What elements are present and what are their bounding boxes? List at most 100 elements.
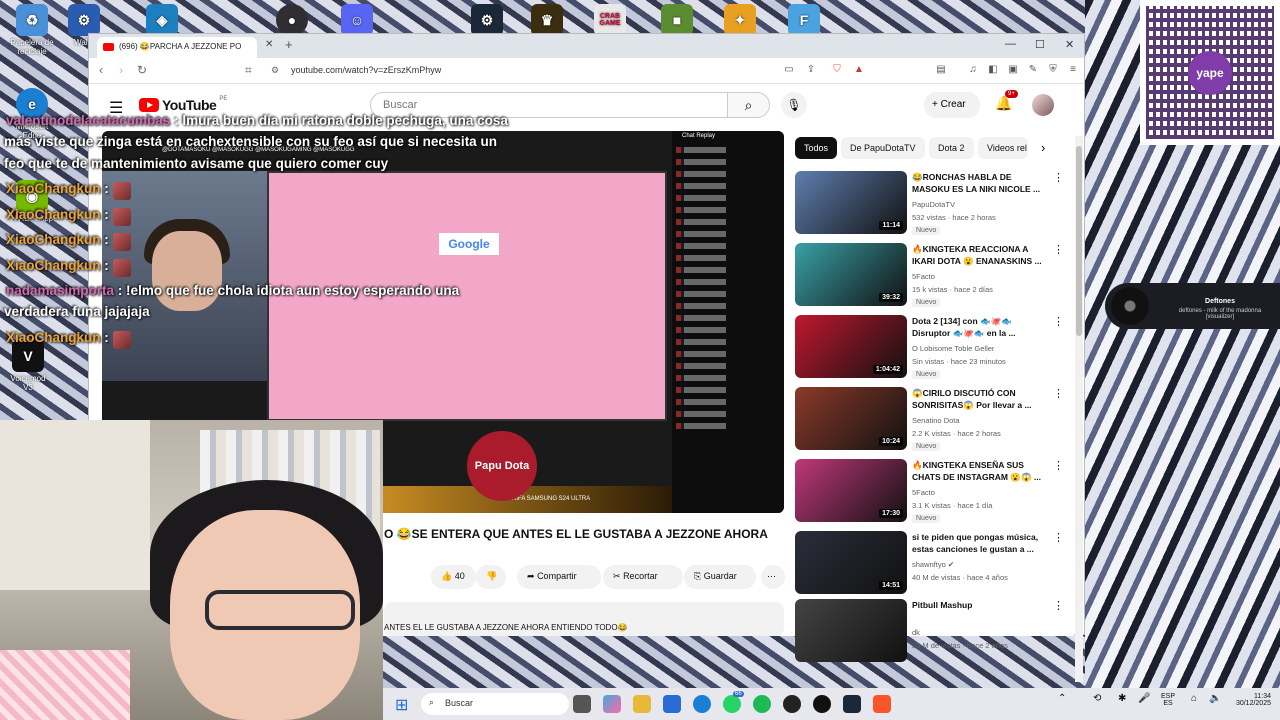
video-thumbnail[interactable]: 10:24 [795, 387, 907, 450]
tray-chevron-icon[interactable]: ⌃ [1058, 693, 1066, 704]
recommendation-channel[interactable]: 5Facto [912, 272, 935, 281]
recommendation-channel[interactable]: shawnftyo ✔ [912, 560, 954, 569]
recommendation-item[interactable]: 39:32 🔥KINGTEKA REACCIONA A IKARI DOTA 😮 … [795, 243, 1065, 309]
brave-rewards-icon[interactable]: ▲ [853, 64, 865, 76]
tray-app-icon[interactable]: ⟲ [1093, 693, 1101, 704]
steam-taskbar-icon[interactable] [843, 695, 861, 713]
chip-todos[interactable]: Todos [795, 137, 838, 159]
recommendation-item[interactable]: 14:51 si te piden que pongas música, esta… [795, 531, 1065, 597]
media-icon[interactable]: ♫ [967, 64, 979, 76]
tray-bluetooth-icon[interactable]: ✱ [1118, 693, 1126, 704]
recycle-bin-shortcut[interactable]: ♻ Papelera de reciclaje [10, 4, 54, 56]
account-avatar[interactable] [1032, 94, 1054, 116]
extensions-icon[interactable]: ✎ [1027, 64, 1039, 76]
chips-next-icon[interactable]: › [1041, 140, 1045, 155]
recommendation-item[interactable]: 17:30 🔥KINGTEKA ENSEÑA SUS CHATS DE INSTA… [795, 459, 1065, 525]
page-scrollbar[interactable] [1075, 136, 1083, 682]
video-thumbnail[interactable] [795, 599, 907, 662]
dislike-button[interactable]: 👎 [476, 565, 506, 589]
recommendation-title[interactable]: 🔥KINGTEKA REACCIONA A IKARI DOTA 😮 ENANA… [912, 243, 1047, 267]
volume-icon[interactable]: 🔈 [1209, 693, 1221, 704]
recommendation-title[interactable]: 🔥KINGTEKA ENSEÑA SUS CHATS DE INSTAGRAM … [912, 459, 1047, 483]
video-thumbnail[interactable]: 39:32 [795, 243, 907, 306]
voicemod-shortcut[interactable]: V Voicemod V3 [6, 340, 50, 392]
tab-youtube[interactable]: (696) 😂PARCHA A JEZZONE PO [97, 37, 257, 58]
copilot-icon[interactable] [603, 695, 621, 713]
url-field[interactable]: youtube.com/watch?v=zErszKmPhyw [291, 65, 441, 75]
more-options-icon[interactable]: ⋮ [1053, 243, 1064, 256]
video-thumbnail[interactable]: 1:04:42 [795, 315, 907, 378]
wallet-icon[interactable]: ▣ [1007, 64, 1019, 76]
reader-icon[interactable]: ◧ [987, 64, 999, 76]
recommendation-item[interactable]: 1:04:42 Dota 2 [134] con 🐟🐙🐟 Disruptor 🐟🐙… [795, 315, 1065, 381]
menu-icon[interactable]: ≡ [1067, 64, 1079, 76]
brave-shield-icon[interactable]: ⛉ [831, 64, 843, 76]
close-window-icon[interactable]: ✕ [1065, 38, 1074, 51]
clip-button[interactable]: ✂ Recortar [603, 565, 683, 589]
maximize-icon[interactable]: ☐ [1035, 38, 1045, 51]
task-view-icon[interactable] [573, 695, 591, 713]
language-indicator[interactable]: ESP ES [1161, 693, 1175, 707]
reload-icon[interactable]: ↻ [137, 63, 147, 77]
youtube-logo[interactable]: YouTube PE [139, 96, 227, 113]
video-description[interactable]: ANTES EL LE GUSTABA A JEZZONE AHORA ENTI… [384, 602, 784, 636]
microphone-icon[interactable]: 🎙 [781, 92, 807, 118]
video-thumbnail[interactable]: 17:30 [795, 459, 907, 522]
scrollbar-thumb[interactable] [1076, 146, 1082, 336]
recommendation-item[interactable]: 10:24 😱CIRILO DISCUTIÓ CON SONRISITAS😱 Po… [795, 387, 1065, 453]
recommendation-channel[interactable]: Senatino Dota [912, 416, 960, 425]
store-icon[interactable] [663, 695, 681, 713]
chip-dota-2[interactable]: Dota 2 [929, 137, 974, 159]
taskbar-search[interactable]: ⌕ Buscar [421, 693, 569, 715]
like-button[interactable]: 👍 40 [431, 565, 476, 589]
more-options-icon[interactable]: ⋮ [1053, 459, 1064, 472]
recommendation-channel[interactable]: O Lobisome Toble Geller [912, 344, 994, 353]
recommendation-channel[interactable]: PapuDotaTV [912, 200, 955, 209]
sidebar-icon[interactable]: ▤ [935, 64, 947, 76]
chip-de-papudotatv[interactable]: De PapuDotaTV [841, 137, 925, 159]
video-thumbnail[interactable]: 14:51 [795, 531, 907, 594]
recommendation-title[interactable]: Pitbull Mashup [912, 599, 1047, 611]
recommendation-title[interactable]: Dota 2 [134] con 🐟🐙🐟 Disruptor 🐟🐙🐟 en la… [912, 315, 1047, 339]
bookmark-icon[interactable]: ⌗ [245, 63, 252, 78]
obs-taskbar-icon[interactable] [783, 695, 801, 713]
tray-mic-icon[interactable]: 🎤 [1138, 693, 1150, 704]
new-tab-icon[interactable]: + [285, 37, 293, 52]
share-button[interactable]: ➦ Compartir [517, 565, 601, 589]
more-options-icon[interactable]: ⋮ [1053, 315, 1064, 328]
recommendation-item[interactable]: Pitbull Mashup dk 25 M de vistas · hace 2 … [795, 599, 1065, 665]
minimize-icon[interactable]: — [1005, 38, 1016, 50]
spotify-icon[interactable] [753, 695, 771, 713]
recommendation-title[interactable]: 😱CIRILO DISCUTIÓ CON SONRISITAS😱 Por lle… [912, 387, 1047, 411]
recommendation-title[interactable]: 😂RONCHAS HABLA DE MASOKU ES LA NIKI NICO… [912, 171, 1047, 195]
forward-icon[interactable]: › [119, 63, 123, 77]
more-options-icon[interactable]: ⋮ [1053, 171, 1064, 184]
recommendation-channel[interactable]: 5Facto [912, 488, 935, 497]
create-button[interactable]: + Crear [924, 92, 980, 118]
more-options-icon[interactable]: ⋮ [1053, 387, 1064, 400]
site-info-icon[interactable]: ⚙ [271, 65, 279, 76]
vpn-icon[interactable]: ⛨ [1047, 64, 1059, 76]
more-options-icon[interactable]: ⋮ [1053, 599, 1064, 612]
brave-taskbar-icon[interactable] [873, 695, 891, 713]
save-button[interactable]: ⎘ Guardar [684, 565, 756, 589]
video-thumbnail[interactable]: 11:14 [795, 171, 907, 234]
back-icon[interactable]: ‹ [99, 63, 103, 77]
recommendation-item[interactable]: 11:14 😂RONCHAS HABLA DE MASOKU ES LA NIKI… [795, 171, 1065, 237]
more-options-icon[interactable]: ⋮ [1053, 531, 1064, 544]
cast-icon[interactable]: ▭ [783, 64, 795, 76]
close-tab-icon[interactable]: ✕ [265, 39, 273, 50]
file-explorer-icon[interactable] [633, 695, 651, 713]
xbox-icon[interactable] [813, 695, 831, 713]
share-page-icon[interactable]: ⇪ [805, 64, 817, 76]
recommendation-channel[interactable]: dk [912, 628, 920, 637]
edge-taskbar-icon[interactable] [693, 695, 711, 713]
chip-videos-relacionados[interactable]: Videos rel [978, 137, 1028, 159]
whatsapp-icon[interactable] [723, 695, 741, 713]
clock[interactable]: 11:34 30/12/2025 [1231, 693, 1271, 707]
recommendation-title[interactable]: si te piden que pongas música, estas can… [912, 531, 1047, 555]
windows-start-icon[interactable]: ⊞ [395, 695, 408, 715]
more-actions-button[interactable]: ⋯ [761, 565, 785, 589]
music-widget[interactable]: Deftones deftones - milk of the madonna … [1105, 283, 1280, 329]
search-icon[interactable]: ⌕ [728, 92, 770, 118]
